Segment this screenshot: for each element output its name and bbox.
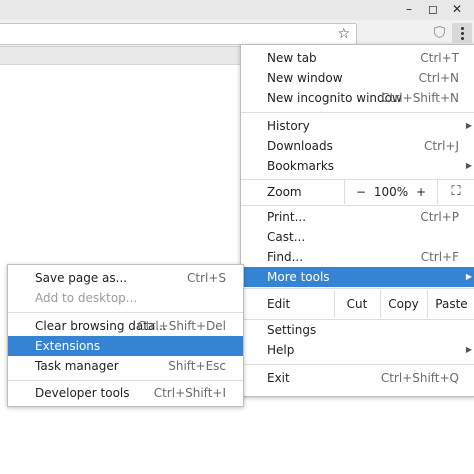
- menu-item-label: Developer tools: [35, 386, 130, 400]
- menu-dot-icon: [461, 37, 464, 40]
- menu-item-shortcut: Ctrl+Shift+N: [381, 91, 459, 105]
- menu-item-developer-tools[interactable]: Developer tools Ctrl+Shift+I: [8, 383, 243, 403]
- minimize-icon[interactable]: –: [402, 2, 416, 16]
- menu-item-label: New window: [267, 71, 343, 85]
- menu-item-cast[interactable]: Cast...: [241, 227, 474, 247]
- menu-item-task-manager[interactable]: Task manager Shift+Esc: [8, 356, 243, 376]
- menu-item-shortcut: Ctrl+F: [420, 250, 459, 264]
- menu-item-shortcut: Ctrl+P: [420, 210, 459, 224]
- menu-item-label: Cast...: [267, 230, 306, 244]
- menu-item-shortcut: Ctrl+J: [424, 139, 459, 153]
- submenu-arrow-icon: ▶: [465, 272, 472, 281]
- menu-dot-icon: [461, 27, 464, 30]
- menu-item-settings[interactable]: Settings: [241, 320, 474, 340]
- maximize-icon[interactable]: ◻: [426, 2, 440, 16]
- menu-item-shortcut: Ctrl+Shift+Del: [137, 319, 226, 333]
- zoom-in-button[interactable]: +: [411, 180, 431, 204]
- app-menu-button[interactable]: [452, 23, 472, 43]
- menu-item-exit[interactable]: Exit Ctrl+Shift+Q: [241, 368, 474, 388]
- menu-row-edit: Edit Cut Copy Paste: [241, 290, 474, 318]
- menu-item-label: Settings: [267, 323, 317, 337]
- menu-item-label: Bookmarks: [267, 159, 335, 173]
- cut-button[interactable]: Cut: [335, 290, 379, 318]
- menu-item-find[interactable]: Find... Ctrl+F: [241, 247, 474, 267]
- zoom-label: Zoom: [267, 185, 302, 199]
- browser-toolbar: ☆: [0, 20, 474, 47]
- menu-dot-icon: [461, 32, 464, 35]
- menu-item-new-tab[interactable]: New tab Ctrl+T: [241, 48, 474, 68]
- copy-button[interactable]: Copy: [381, 290, 426, 318]
- menu-item-label: Downloads: [267, 139, 333, 153]
- submenu-arrow-icon: ▶: [465, 121, 472, 130]
- window-title-bar: – ◻ ✕: [0, 0, 474, 20]
- menu-separator: [241, 288, 474, 289]
- menu-item-label: Exit: [267, 371, 290, 385]
- menu-separator: [241, 112, 474, 113]
- menu-separator: [8, 312, 243, 313]
- menu-item-print[interactable]: Print... Ctrl+P: [241, 207, 474, 227]
- menu-item-shortcut: Ctrl+S: [186, 271, 226, 285]
- menu-item-label: Task manager: [35, 359, 119, 373]
- more-tools-submenu: Save page as... Ctrl+S Add to desktop...…: [7, 264, 244, 407]
- app-menu: New tab Ctrl+T New window Ctrl+N New inc…: [240, 44, 474, 397]
- menu-item-shortcut: Ctrl+N: [418, 71, 459, 85]
- menu-row-zoom: Zoom − 100% + ⛶: [241, 180, 474, 204]
- menu-separator: [241, 364, 474, 365]
- zoom-out-button[interactable]: −: [351, 180, 371, 204]
- fullscreen-icon[interactable]: ⛶: [441, 180, 471, 204]
- menu-item-help[interactable]: Help ▶: [241, 340, 474, 360]
- zoom-divider: [437, 180, 438, 204]
- address-bar[interactable]: ☆: [0, 23, 357, 45]
- close-icon[interactable]: ✕: [450, 2, 464, 16]
- menu-item-label: History: [267, 119, 310, 133]
- extension-shield-icon[interactable]: [434, 26, 445, 38]
- zoom-divider: [344, 180, 345, 204]
- submenu-arrow-icon: ▶: [465, 161, 472, 170]
- menu-separator: [8, 380, 243, 381]
- submenu-arrow-icon: ▶: [465, 345, 472, 354]
- menu-item-extensions[interactable]: Extensions: [8, 336, 243, 356]
- bookmark-star-icon[interactable]: ☆: [337, 24, 350, 44]
- menu-item-label: Find...: [267, 250, 304, 264]
- menu-item-label: Extensions: [35, 339, 101, 353]
- menu-item-add-to-desktop[interactable]: Add to desktop...: [8, 288, 243, 308]
- menu-item-history[interactable]: History ▶: [241, 116, 474, 136]
- zoom-level-value: 100%: [373, 185, 409, 199]
- menu-item-shortcut: Shift+Esc: [168, 359, 226, 373]
- menu-item-label: Add to desktop...: [35, 291, 138, 305]
- menu-item-new-incognito-window[interactable]: New incognito window Ctrl+Shift+N: [241, 88, 474, 108]
- menu-item-downloads[interactable]: Downloads Ctrl+J: [241, 136, 474, 156]
- menu-item-more-tools[interactable]: More tools ▶: [241, 267, 474, 287]
- menu-item-bookmarks[interactable]: Bookmarks ▶: [241, 156, 474, 176]
- paste-button[interactable]: Paste: [428, 290, 474, 318]
- edit-label: Edit: [267, 297, 291, 311]
- menu-item-label: More tools: [267, 270, 330, 284]
- menu-item-shortcut: Ctrl+Shift+Q: [380, 371, 459, 385]
- menu-item-label: Save page as...: [35, 271, 128, 285]
- menu-item-shortcut: Ctrl+T: [420, 51, 459, 65]
- menu-item-clear-browsing-data[interactable]: Clear browsing data... Ctrl+Shift+Del: [8, 316, 243, 336]
- menu-item-label: Print...: [267, 210, 307, 224]
- menu-item-label: Help: [267, 343, 295, 357]
- menu-item-new-window[interactable]: New window Ctrl+N: [241, 68, 474, 88]
- menu-item-shortcut: Ctrl+Shift+I: [153, 386, 226, 400]
- menu-separator: [241, 205, 474, 206]
- menu-item-label: New tab: [267, 51, 317, 65]
- menu-item-save-page-as[interactable]: Save page as... Ctrl+S: [8, 268, 243, 288]
